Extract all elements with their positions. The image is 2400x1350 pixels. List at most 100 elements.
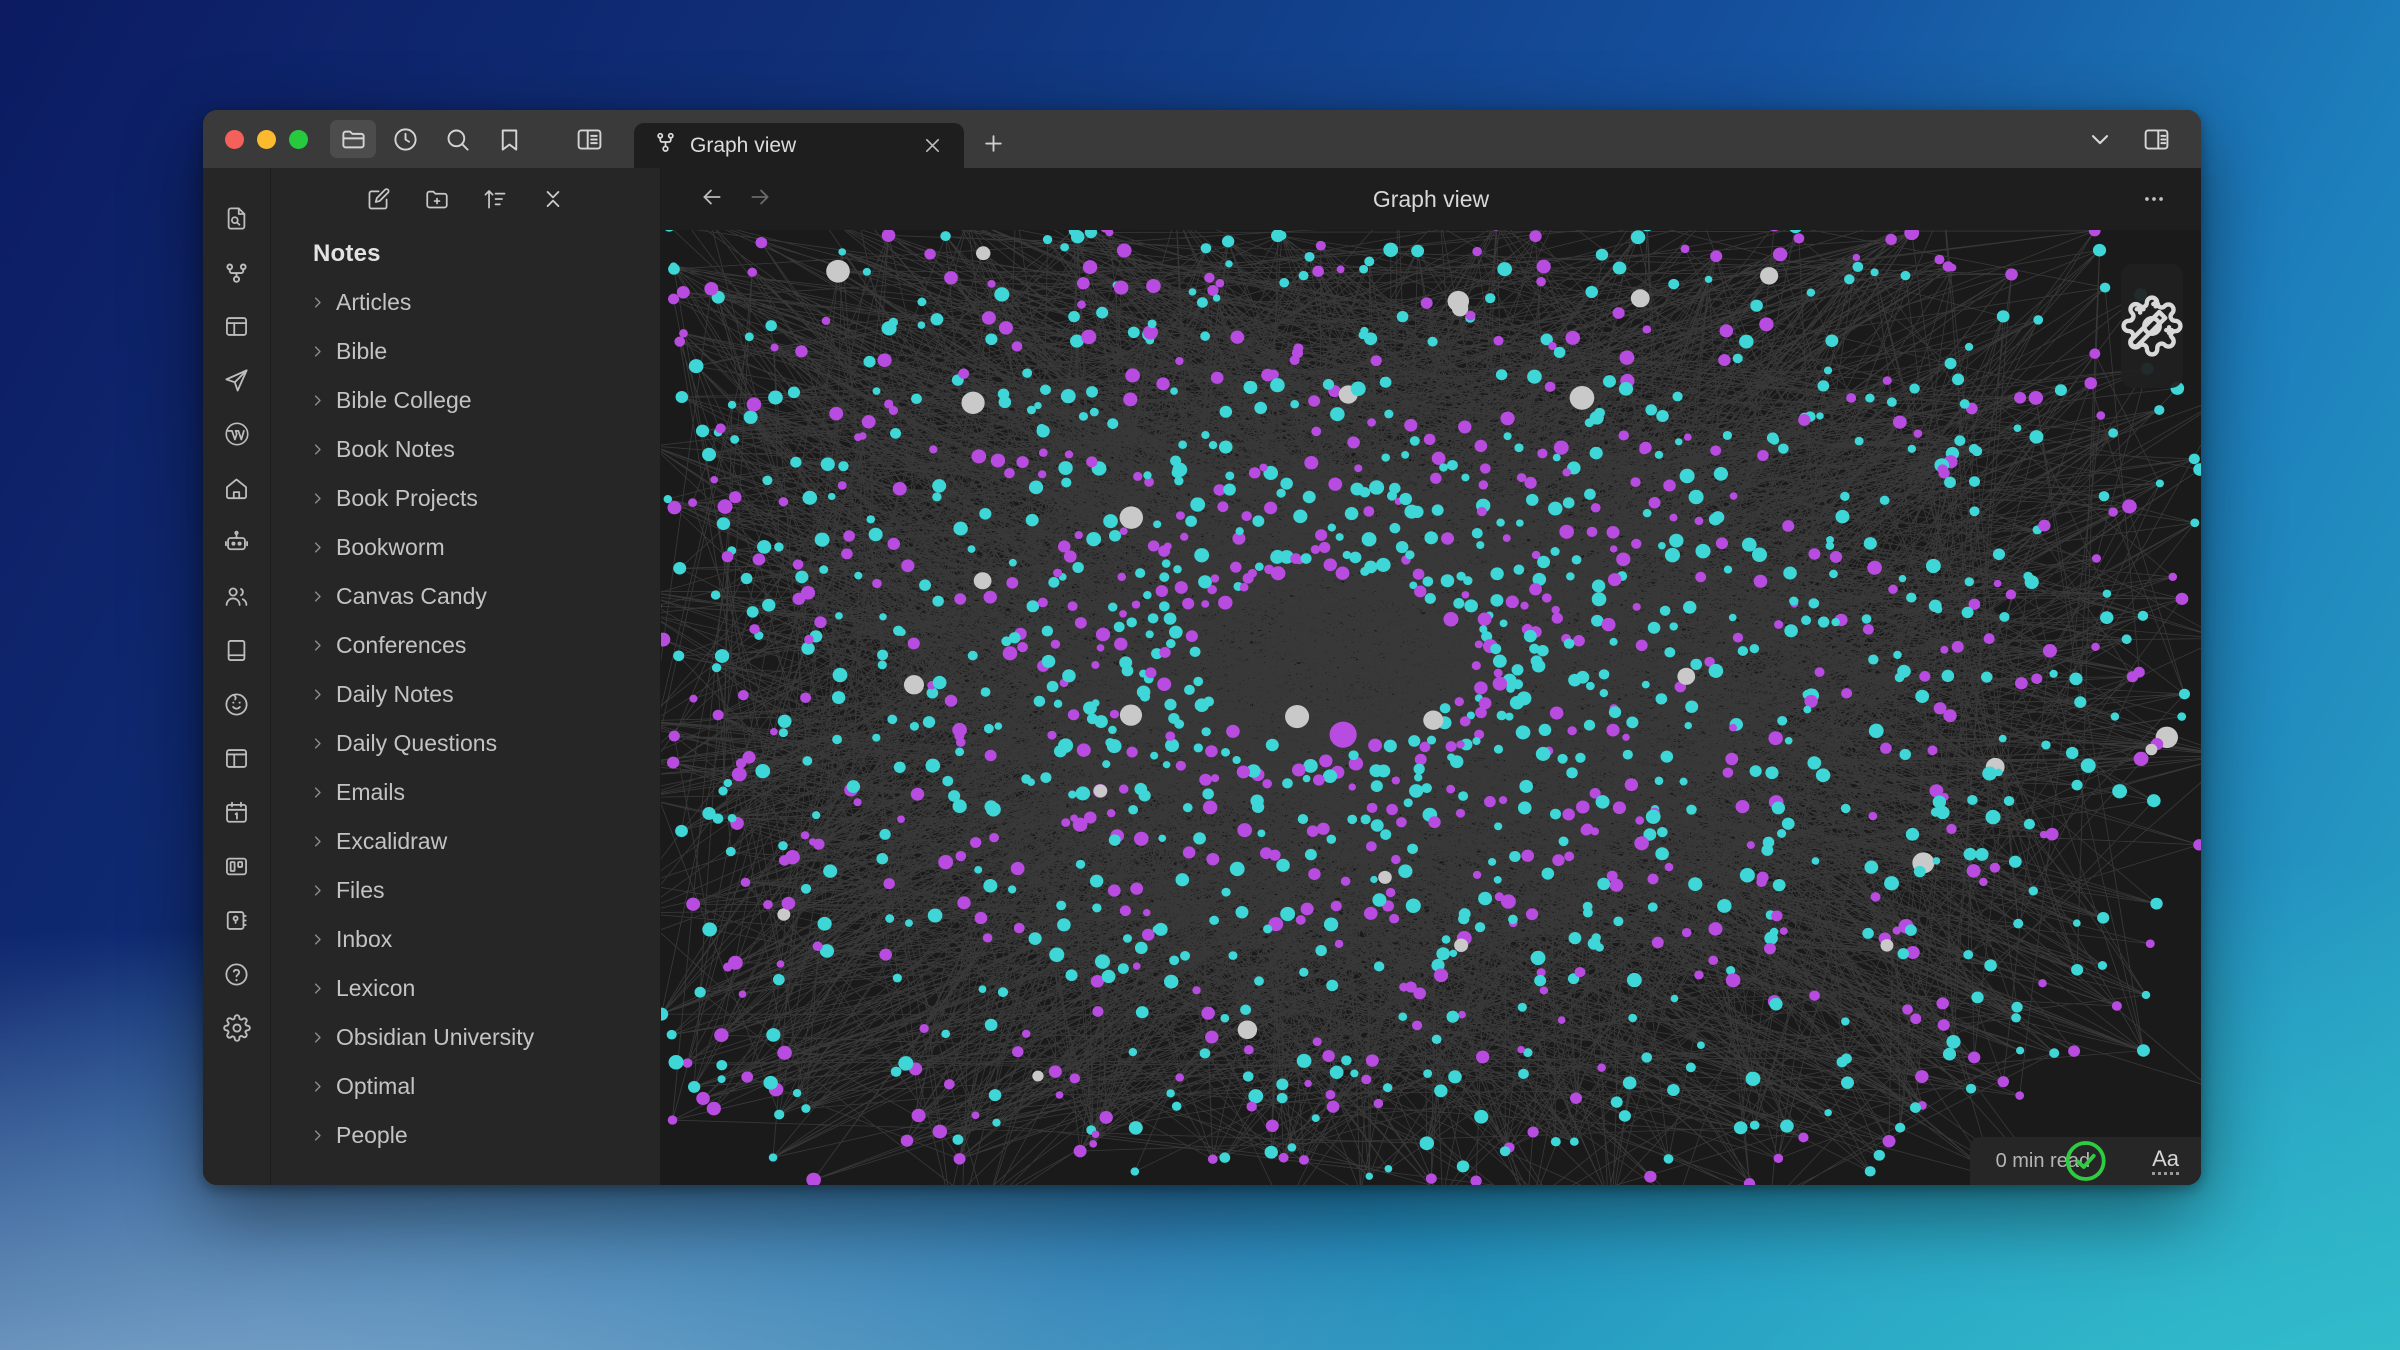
kanban-icon[interactable] (215, 844, 259, 888)
chevron-right-icon[interactable] (309, 540, 325, 555)
send-paper-plane-icon[interactable] (215, 358, 259, 402)
forward-arrow-icon[interactable] (747, 184, 773, 215)
status-bar: 0 min read Aa (1969, 1137, 2201, 1185)
minimize-window-button[interactable] (257, 129, 276, 149)
panel-layout-icon[interactable] (215, 736, 259, 780)
titlebar: Graph view (203, 110, 2201, 168)
more-options-icon[interactable] (2141, 186, 2167, 212)
close-icon[interactable] (918, 132, 946, 160)
close-window-button[interactable] (225, 129, 244, 149)
folder-row[interactable]: Conferences (271, 621, 660, 670)
collapse-all-icon[interactable] (534, 180, 572, 218)
chevron-right-icon[interactable] (309, 785, 325, 800)
chevron-right-icon[interactable] (309, 687, 325, 702)
dashboard-layout-icon[interactable] (215, 304, 259, 348)
folder-label: Files (336, 877, 385, 903)
folder-row[interactable]: Excalidraw (271, 817, 660, 866)
new-tab-button[interactable] (970, 123, 1016, 168)
folder-row[interactable]: Canvas Candy (271, 572, 660, 621)
folder-row[interactable]: Daily Questions (271, 719, 660, 768)
plus-icon (981, 131, 1006, 161)
chevron-right-icon[interactable] (309, 1079, 325, 1094)
folder-row[interactable]: People (271, 1111, 660, 1160)
folder-row[interactable]: Obsidian University (271, 1013, 660, 1062)
quick-search-note-icon[interactable] (215, 196, 259, 240)
tab-strip: Graph view (612, 110, 2077, 168)
toggle-right-sidebar-icon[interactable] (2133, 120, 2179, 158)
graph-icon (654, 131, 677, 160)
toggle-left-sidebar-icon[interactable] (566, 120, 612, 158)
files-icon[interactable] (330, 120, 376, 158)
settings-gear-icon[interactable] (215, 1006, 259, 1050)
folder-row[interactable]: Inbox (271, 915, 660, 964)
folder-label: Daily Notes (336, 681, 454, 707)
folder-list[interactable]: Articles Bible Bible College Book Notes Book… (271, 278, 660, 1185)
chevron-right-icon[interactable] (309, 442, 325, 457)
chevron-right-icon[interactable] (309, 589, 325, 604)
new-note-icon[interactable] (360, 180, 398, 218)
explorer-toolbar (271, 168, 660, 226)
graph-canvas[interactable]: 0 min read Aa (661, 230, 2201, 1185)
folder-row[interactable]: Bible College (271, 376, 660, 425)
obsidian-window: Graph view Notes Articles Bible Bible Co… (203, 110, 2201, 1185)
folder-row[interactable]: Book Projects (271, 474, 660, 523)
titlebar-icon-group (326, 110, 612, 168)
people-icon[interactable] (215, 574, 259, 618)
restore-default-wand-icon[interactable] (2128, 299, 2175, 376)
baby-face-icon[interactable] (215, 682, 259, 726)
vault-title: Notes (313, 240, 381, 267)
chevron-right-icon[interactable] (309, 1128, 325, 1143)
tab-graph-view[interactable]: Graph view (634, 123, 964, 168)
chevron-right-icon[interactable] (309, 344, 325, 359)
help-circle-icon[interactable] (215, 952, 259, 996)
folder-label: People (336, 1122, 408, 1148)
chevron-right-icon[interactable] (309, 638, 325, 653)
folder-label: Lexicon (336, 975, 416, 1001)
folder-row[interactable]: Bible (271, 327, 660, 376)
search-icon[interactable] (434, 120, 480, 158)
folder-row[interactable]: Daily Notes (271, 670, 660, 719)
view-title: Graph view (1372, 185, 1490, 212)
wordpress-icon[interactable] (215, 412, 259, 456)
folder-label: Emails (336, 779, 406, 805)
graph-view-icon[interactable] (215, 250, 259, 294)
chevron-right-icon[interactable] (309, 932, 325, 947)
calendar-icon[interactable] (215, 790, 259, 834)
new-folder-icon[interactable] (418, 180, 456, 218)
bookmarks-icon[interactable] (486, 120, 532, 158)
folder-label: Canvas Candy (336, 583, 487, 609)
folder-label: Excalidraw (336, 828, 448, 854)
back-arrow-icon[interactable] (699, 184, 725, 215)
graph-rendering (661, 230, 2201, 1185)
folder-row[interactable]: Files (271, 866, 660, 915)
map-notebook-icon[interactable] (215, 898, 259, 942)
chevron-down-icon[interactable] (2077, 120, 2123, 158)
graph-controls-panel (2121, 264, 2183, 388)
chevron-right-icon[interactable] (309, 295, 325, 310)
robot-icon[interactable] (215, 520, 259, 564)
chevron-right-icon[interactable] (309, 393, 325, 408)
folder-row[interactable]: Bookworm (271, 523, 660, 572)
view-header: Graph view (661, 168, 2201, 230)
sync-check-icon[interactable] (2065, 1141, 2134, 1181)
folder-row[interactable]: Emails (271, 768, 660, 817)
chevron-right-icon[interactable] (309, 981, 325, 996)
folder-row[interactable]: Lexicon (271, 964, 660, 1013)
folder-label: Bible (336, 338, 388, 364)
sort-order-icon[interactable] (476, 180, 514, 218)
chevron-right-icon[interactable] (309, 883, 325, 898)
maximize-window-button[interactable] (289, 129, 308, 149)
titlebar-right-group (2077, 110, 2201, 168)
folder-row[interactable]: Optimal (271, 1062, 660, 1111)
folder-label: Obsidian University (336, 1024, 535, 1050)
chevron-right-icon[interactable] (309, 736, 325, 751)
folder-row[interactable]: Articles (271, 278, 660, 327)
chevron-right-icon[interactable] (309, 1030, 325, 1045)
book-icon[interactable] (215, 628, 259, 672)
recent-files-icon[interactable] (382, 120, 428, 158)
chevron-right-icon[interactable] (309, 834, 325, 849)
file-explorer: Notes Articles Bible Bible College Book Not… (271, 168, 661, 1185)
chevron-right-icon[interactable] (309, 491, 325, 506)
folder-row[interactable]: Book Notes (271, 425, 660, 474)
home-icon[interactable] (215, 466, 259, 510)
